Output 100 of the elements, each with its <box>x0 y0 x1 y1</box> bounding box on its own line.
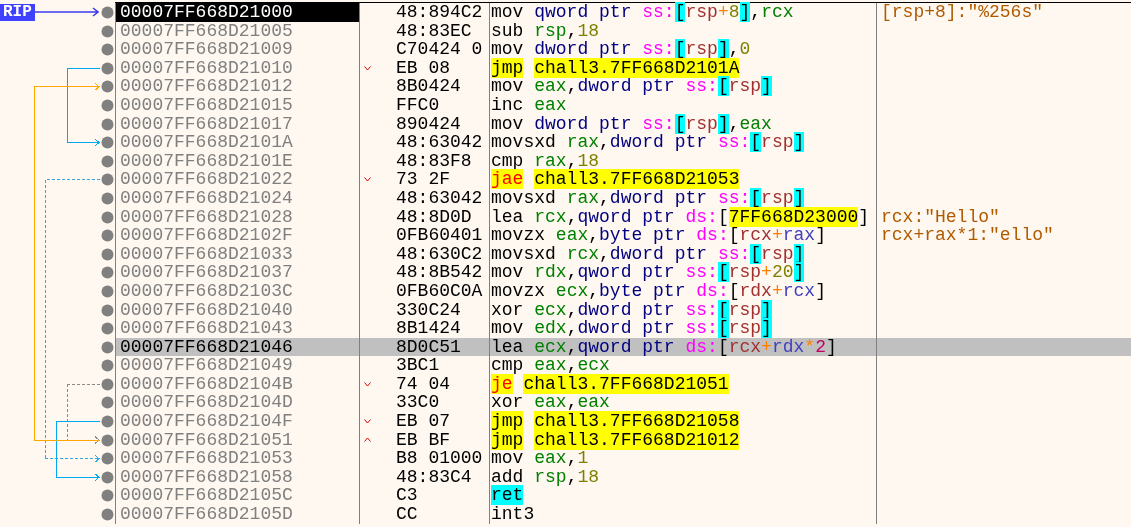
breakpoint-dot-icon[interactable] <box>101 117 114 131</box>
chevron-down-icon <box>364 418 371 424</box>
address-cell[interactable]: 00007FF668D2104F <box>115 412 360 431</box>
instruction-text: movzx eax,byte ptr ds:[rcx+rax] <box>491 225 826 246</box>
bytes-text: 48:83C4 <box>396 467 472 487</box>
breakpoint-dot-icon[interactable] <box>101 98 114 112</box>
comment-cell-text: [rsp+8]:"%256s" <box>880 3 1045 22</box>
address-cell[interactable]: 00007FF668D2105D <box>115 505 360 524</box>
bytes-text: 8B0424 <box>396 77 461 96</box>
bytes-text: FFC0 <box>396 95 440 115</box>
breakpoint-dot-icon[interactable] <box>101 433 114 447</box>
chevron-down-icon <box>364 381 371 387</box>
address-cell[interactable]: 00007FF668D21012 <box>115 77 360 96</box>
address-cell[interactable]: 00007FF668D2102F <box>115 226 360 245</box>
instruction-text: cmp rax,18 <box>491 150 600 171</box>
breakpoint-dot-icon[interactable] <box>101 191 114 205</box>
instruction-text: mov dword ptr ss:[rsp],eax <box>491 113 772 134</box>
bytes-text: EB 07 <box>396 412 450 431</box>
address-cell[interactable]: 00007FF668D21010 <box>115 58 360 78</box>
breakpoint-dot-icon[interactable] <box>101 247 114 261</box>
instruction-text: lea rcx,qword ptr ds:[7FF668D23000] <box>491 206 870 227</box>
breakpoint-dot-icon[interactable] <box>101 136 114 150</box>
address-cell[interactable]: 00007FF668D21053 <box>115 449 360 468</box>
bytes-text: 74 04 <box>396 374 450 394</box>
address-cell[interactable]: 00007FF668D2104D <box>115 393 360 413</box>
breakpoint-dot-icon[interactable] <box>101 359 114 373</box>
breakpoint-dot-icon[interactable] <box>101 24 114 38</box>
breakpoint-dot-icon[interactable] <box>101 396 114 410</box>
address-cell[interactable]: 00007FF668D2104B <box>115 374 360 394</box>
address-cell[interactable]: 00007FF668D21015 <box>115 95 360 115</box>
address-cell[interactable]: 00007FF668D21017 <box>115 114 360 134</box>
breakpoint-dot-icon[interactable] <box>101 229 114 243</box>
instruction-text: mov eax,dword ptr ss:[rsp] <box>491 76 772 97</box>
instruction-text: ret <box>491 485 525 506</box>
bytes-text: 890424 <box>396 114 461 134</box>
address-cell[interactable]: 00007FF668D21037 <box>115 263 360 282</box>
address-cell[interactable]: 00007FF668D21028 <box>115 207 360 227</box>
address-cell[interactable]: 00007FF668D21024 <box>115 188 360 208</box>
breakpoint-dot-icon[interactable] <box>101 377 114 391</box>
breakpoint-dot-icon[interactable] <box>101 489 114 503</box>
address-cell[interactable]: 00007FF668D21058 <box>115 467 360 487</box>
breakpoint-dot-icon[interactable] <box>101 508 114 522</box>
instruction-text: mov eax,1 <box>491 448 589 469</box>
breakpoint-dot-icon[interactable] <box>101 284 114 298</box>
address-cell[interactable]: 00007FF668D21040 <box>115 300 360 320</box>
chevron-up-icon <box>364 437 371 443</box>
bytes-text: 48:894C2 <box>396 3 483 22</box>
breakpoint-dot-icon[interactable] <box>101 322 114 336</box>
bytes-text: B8 01000 <box>396 449 483 468</box>
address-cell[interactable]: 00007FF668D2103C <box>115 281 360 301</box>
instruction-text: cmp eax,ecx <box>491 355 610 376</box>
address-cell[interactable]: 00007FF668D21043 <box>115 319 360 338</box>
address-cell[interactable]: 00007FF668D21049 <box>115 356 360 375</box>
bytes-text: 48:83F8 <box>396 151 472 171</box>
breakpoint-dot-icon[interactable] <box>101 154 114 168</box>
instruction-text: add rsp,18 <box>491 466 600 487</box>
address-cell[interactable]: 00007FF668D21000 <box>115 3 360 22</box>
address-cell[interactable]: 00007FF668D21033 <box>115 244 360 264</box>
arrow-icon <box>34 7 99 18</box>
bytes-text: 330C24 <box>396 300 461 320</box>
address-cell[interactable]: 00007FF668D21009 <box>115 40 360 59</box>
bytes-text: 48:8D0D <box>396 207 472 227</box>
instruction-text: movzx ecx,byte ptr ds:[rdx+rcx] <box>491 280 826 301</box>
instruction-text: int3 <box>491 504 536 525</box>
breakpoint-dot-icon[interactable] <box>101 210 114 224</box>
address-cell[interactable]: 00007FF668D21005 <box>115 21 360 41</box>
address-cell[interactable]: 00007FF668D21051 <box>115 430 360 450</box>
address-cell[interactable]: 00007FF668D2101A <box>115 133 360 152</box>
bytes-text: 48:63042 <box>396 133 483 152</box>
bytes-text: 8D0C51 <box>396 337 461 357</box>
address-cell[interactable]: 00007FF668D2105C <box>115 486 360 506</box>
bytes-text: EB BF <box>396 430 450 450</box>
breakpoint-dot-icon[interactable] <box>101 6 114 19</box>
breakpoint-dot-icon[interactable] <box>101 61 114 75</box>
instruction-text: mov rdx,qword ptr ss:[rsp+20] <box>491 262 805 283</box>
address-cell[interactable]: 00007FF668D21046 <box>115 337 360 357</box>
bytes-text: 8B1424 <box>396 319 461 338</box>
address-cell[interactable]: 00007FF668D2101E <box>115 151 360 171</box>
bytes-text: 48:63042 <box>396 188 483 208</box>
instruction-text: jmp chall3.7FF668D21058 <box>491 411 740 432</box>
comment-cell-text: rcx+rax*1:"ello" <box>880 226 1055 245</box>
comment-cell-text: rcx:"Hello" <box>880 207 1001 227</box>
bytes-text: C70424 0 <box>396 40 483 59</box>
breakpoint-dot-icon[interactable] <box>101 452 114 466</box>
breakpoint-dot-icon[interactable] <box>101 470 114 484</box>
instruction-text: je chall3.7FF668D21051 <box>491 373 729 394</box>
instruction-text: movsxd rax,dword ptr ss:[rsp] <box>491 132 805 153</box>
chevron-down-icon <box>364 65 371 71</box>
breakpoint-dot-icon[interactable] <box>101 43 114 57</box>
breakpoint-dot-icon[interactable] <box>101 266 114 280</box>
breakpoint-dot-icon[interactable] <box>101 340 114 354</box>
instruction-text: mov qword ptr ss:[rsp+8],rcx <box>491 2 794 22</box>
address-cell[interactable]: 00007FF668D21022 <box>115 170 360 189</box>
breakpoint-dot-icon[interactable] <box>101 303 114 317</box>
bytes-text: 0FB60C0A <box>396 281 483 301</box>
bytes-text: 48:8B542 <box>396 263 483 282</box>
breakpoint-dot-icon[interactable] <box>101 415 114 429</box>
breakpoint-dot-icon[interactable] <box>101 173 114 187</box>
instruction-text: inc eax <box>491 94 567 115</box>
breakpoint-dot-icon[interactable] <box>101 80 114 94</box>
